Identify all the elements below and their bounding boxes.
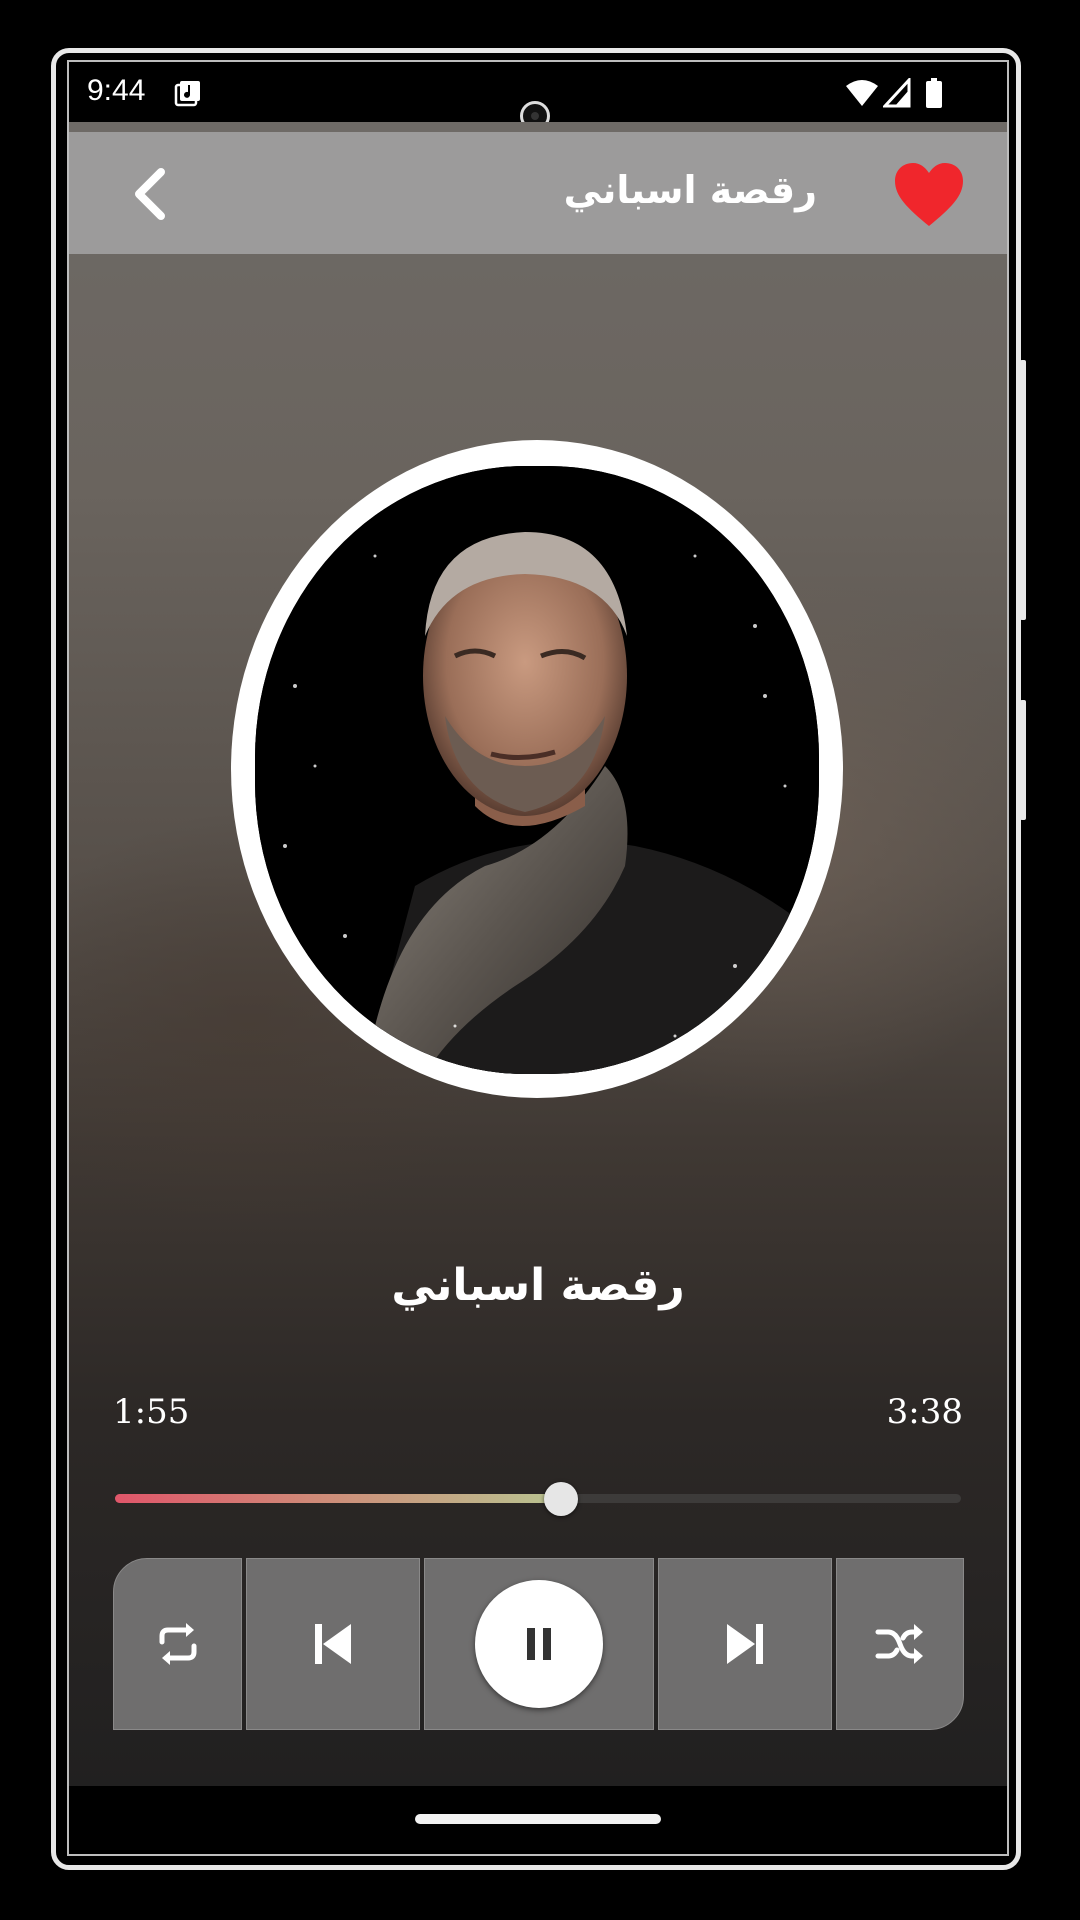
total-time: 3:38 [886,1392,963,1432]
album-art [255,466,819,1074]
seek-progress [115,1494,561,1503]
seek-bar[interactable] [115,1494,961,1503]
artist-photo [255,466,819,1074]
battery-icon [925,78,943,112]
song-title: رقصة اسباني [391,1260,685,1311]
status-time: 9:44 [87,74,146,107]
power-button [1020,700,1026,820]
signal-icon [881,76,911,112]
chevron-left-icon [135,168,165,220]
previous-button[interactable] [246,1558,420,1730]
player-screen: رقصة اسباني رقصة اسباني 1:55 3:38 [69,122,1007,1786]
system-nav-bar [69,1786,1007,1854]
play-pause-button[interactable] [424,1558,654,1730]
seek-thumb[interactable] [543,1482,578,1516]
skip-previous-icon [315,1624,351,1664]
repeat-icon [159,1623,196,1665]
volume-button [1020,360,1026,620]
heart-icon [895,163,963,226]
shuffle-icon [875,1624,923,1664]
favorite-button[interactable] [893,162,965,228]
current-time: 1:55 [113,1392,190,1432]
next-button[interactable] [658,1558,832,1730]
music-notification-icon [173,78,203,112]
playback-controls [113,1558,964,1730]
repeat-button[interactable] [113,1558,242,1730]
top-app-bar: رقصة اسباني [69,132,1007,254]
skip-next-icon [727,1624,763,1664]
page-title: رقصة اسباني [563,168,817,212]
back-button[interactable] [125,166,181,222]
pause-icon [527,1628,551,1660]
home-indicator[interactable] [415,1814,661,1824]
shuffle-button[interactable] [836,1558,964,1730]
wifi-icon [845,78,879,112]
